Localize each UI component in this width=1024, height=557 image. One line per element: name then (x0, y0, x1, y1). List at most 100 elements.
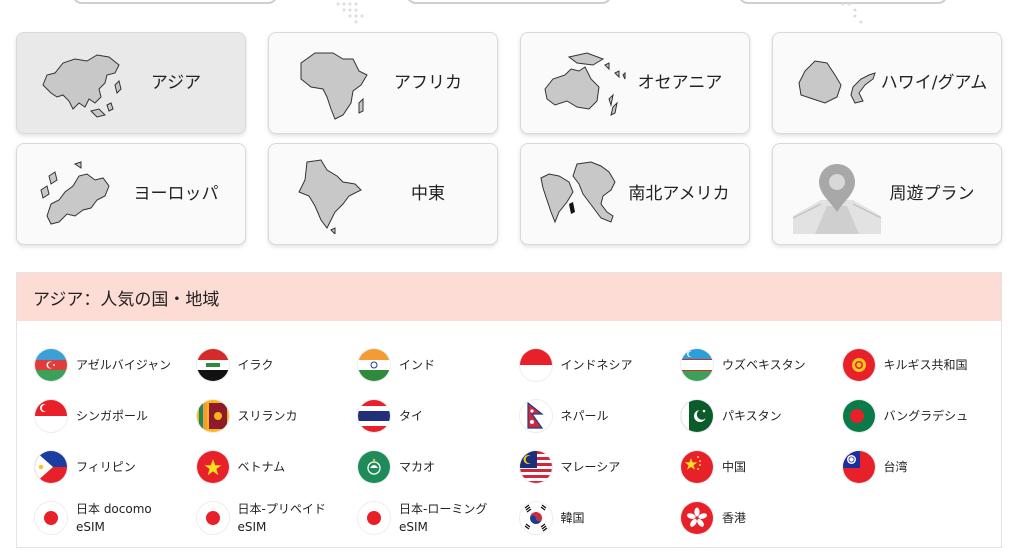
hawaii-guam-map-icon (798, 60, 876, 104)
country-name: イラク (237, 357, 274, 372)
country-item-china[interactable]: 中国 (681, 441, 843, 492)
japan-flag-icon (358, 501, 390, 534)
country-name: ベトナム (237, 459, 286, 474)
country-list: アゼルバイジャン イラク インド インドネシア ウズベキスタン キルギス共和国 … (35, 339, 995, 543)
region-label: ヨーロッパ (133, 184, 219, 204)
country-item-macau[interactable]: マカオ (358, 441, 520, 492)
region-label: 南北アメリカ (628, 184, 730, 204)
region-label: 中東 (411, 184, 445, 204)
country-panel: アジア：人気の国・地域 アゼルバイジャン イラク インド インドネシア ウズベキ… (16, 272, 1002, 548)
country-name: キルギス共和国 (883, 357, 968, 372)
hong-kong-flag-icon (681, 501, 713, 534)
country-item-kyrgyzstan[interactable]: キルギス共和国 (842, 339, 1005, 390)
china-flag-icon (681, 450, 713, 483)
country-name: バングラデシュ (883, 408, 969, 423)
pakistan-flag-icon (681, 399, 713, 432)
region-label: オセアニア (637, 73, 723, 93)
region-card-asia[interactable]: アジア (16, 32, 246, 134)
region-label: アジア (150, 73, 202, 93)
country-item-iraq[interactable]: イラク (196, 339, 359, 390)
uzbekistan-flag-icon (681, 348, 713, 381)
region-label: 周遊プラン (889, 184, 975, 204)
country-name: ネパール (560, 408, 609, 423)
country-item-azerbaijan[interactable]: アゼルバイジャン (35, 339, 197, 390)
country-item-korea[interactable]: 韓国 (519, 492, 682, 543)
region-card-oceania[interactable]: オセアニア (520, 32, 750, 134)
country-name: 台湾 (883, 459, 908, 474)
region-card-africa[interactable]: アフリカ (268, 32, 498, 134)
country-item-singapore[interactable]: シンガポール (35, 390, 197, 441)
thailand-flag-icon (358, 399, 390, 432)
azerbaijan-flag-icon (35, 348, 67, 381)
region-card-europe[interactable]: ヨーロッパ (16, 143, 246, 245)
country-item-india[interactable]: インド (358, 339, 520, 390)
bangladesh-flag-icon (842, 399, 875, 432)
top-button-remnant[interactable] (406, 0, 612, 4)
top-button-remnant[interactable] (72, 0, 278, 4)
japan-flag-icon (196, 501, 229, 534)
country-item-malaysia[interactable]: マレーシア (519, 441, 682, 492)
nepal-flag-icon (519, 399, 552, 432)
country-name: 香港 (722, 510, 747, 525)
middle-east-map-icon (298, 159, 362, 234)
country-name: ウズベキスタン (722, 357, 806, 372)
singapore-flag-icon (35, 399, 67, 432)
country-item-hong-kong[interactable]: 香港 (681, 492, 843, 543)
iraq-flag-icon (196, 348, 229, 381)
europe-map-icon (40, 161, 110, 225)
country-name: タイ (399, 408, 424, 423)
region-card-americas[interactable]: 南北アメリカ (520, 143, 750, 245)
country-name: 日本-プリペイド eSIM (237, 501, 326, 534)
country-item-nepal[interactable]: ネパール (519, 390, 682, 441)
country-item-sri-lanka[interactable]: スリランカ (196, 390, 359, 441)
kyrgyzstan-flag-icon (842, 348, 875, 381)
country-item-japan-roaming[interactable]: 日本-ローミング eSIM (358, 492, 520, 543)
korea-flag-icon (519, 501, 552, 534)
india-flag-icon (358, 348, 390, 381)
country-name: マカオ (399, 459, 436, 474)
country-item-pakistan[interactable]: パキスタン (681, 390, 843, 441)
philippines-flag-icon (35, 450, 67, 483)
region-label: アフリカ (394, 73, 462, 93)
region-selector: アジア アフリカ オセアニア ハワイ/グアム ヨーロッパ 中東 南北アメリカ 周… (16, 32, 1003, 245)
dotted-map-decoration (841, 2, 863, 24)
roaming-plan-icon (792, 164, 882, 234)
country-name: インドネシア (560, 357, 633, 372)
country-name: インド (399, 357, 436, 372)
country-name: 韓国 (560, 510, 585, 525)
country-item-japan-prepaid[interactable]: 日本-プリペイド eSIM (196, 492, 359, 543)
oceania-map-icon (544, 52, 626, 116)
country-name: 日本 docomo eSIM (76, 501, 152, 534)
country-name: アゼルバイジャン (76, 357, 172, 372)
country-name: マレーシア (560, 459, 621, 474)
region-label: ハワイ/グアム (880, 73, 988, 93)
region-card-middle-east[interactable]: 中東 (268, 143, 498, 245)
country-name: パキスタン (722, 408, 782, 423)
country-name: シンガポール (76, 408, 149, 423)
indonesia-flag-icon (519, 348, 552, 381)
japan-flag-icon (35, 501, 67, 534)
africa-map-icon (300, 52, 368, 120)
country-item-philippines[interactable]: フィリピン (35, 441, 197, 492)
country-name: 中国 (722, 459, 747, 474)
taiwan-flag-icon (842, 450, 875, 483)
panel-title: アジア：人気の国・地域 (17, 273, 1001, 321)
country-item-japan-docomo[interactable]: 日本 docomo eSIM (35, 492, 197, 543)
country-item-vietnam[interactable]: ベトナム (196, 441, 359, 492)
country-item-bangladesh[interactable]: バングラデシュ (842, 390, 1005, 441)
country-item-taiwan[interactable]: 台湾 (842, 441, 1005, 492)
country-item-indonesia[interactable]: インドネシア (519, 339, 682, 390)
macau-flag-icon (358, 450, 390, 483)
region-card-hawaii-guam[interactable]: ハワイ/グアム (772, 32, 1002, 134)
country-name: 日本-ローミング eSIM (399, 501, 488, 534)
sri-lanka-flag-icon (196, 399, 229, 432)
malaysia-flag-icon (519, 450, 552, 483)
country-name: スリランカ (237, 408, 298, 423)
country-name: フィリピン (76, 459, 136, 474)
americas-map-icon (540, 161, 616, 224)
country-item-uzbekistan[interactable]: ウズベキスタン (681, 339, 843, 390)
vietnam-flag-icon (196, 450, 229, 483)
region-card-roaming-plan[interactable]: 周遊プラン (772, 143, 1002, 245)
country-item-thailand[interactable]: タイ (358, 390, 520, 441)
asia-map-icon (42, 54, 122, 118)
